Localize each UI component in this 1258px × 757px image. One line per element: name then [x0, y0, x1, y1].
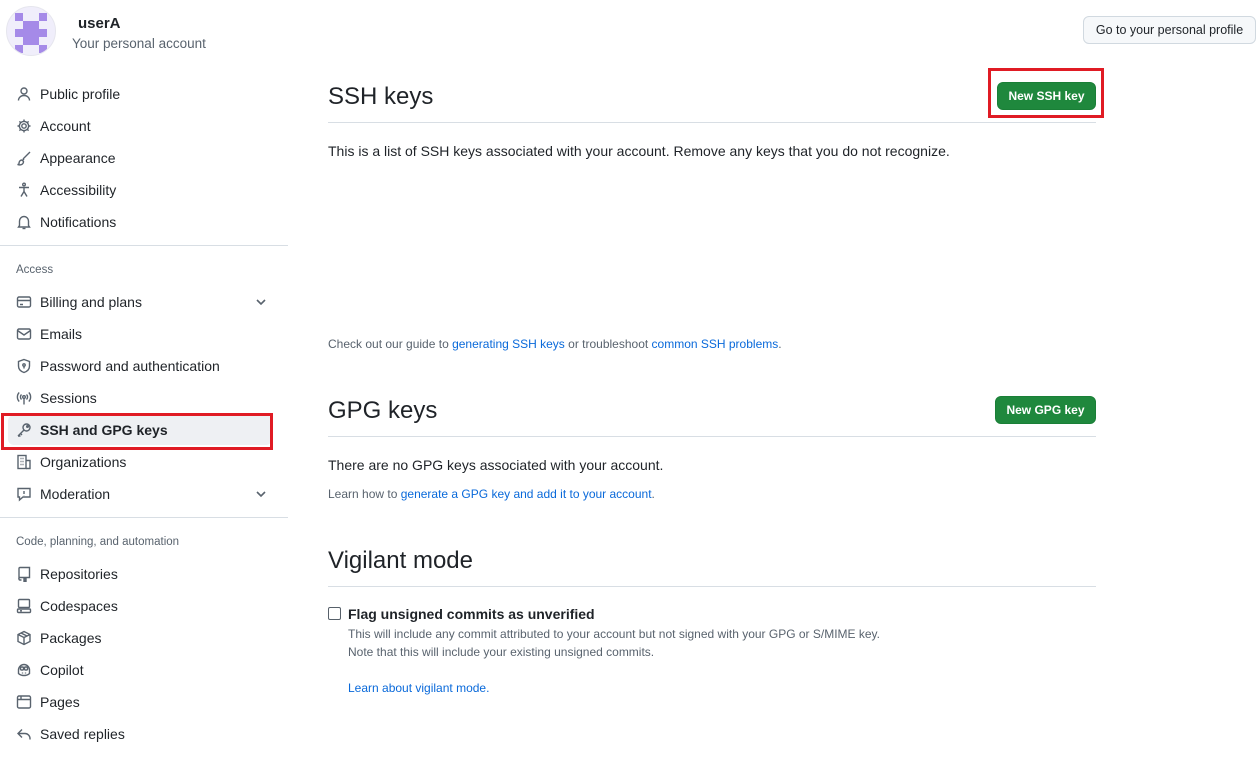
vigilant-note-line2: Note that this will include your existin…: [348, 645, 655, 659]
codespaces-icon: [16, 598, 32, 614]
sidebar-item-pages[interactable]: Pages: [8, 687, 272, 717]
mail-icon: [16, 326, 32, 342]
sidebar-item-label: Packages: [40, 630, 102, 646]
sidebar-item-label: Copilot: [40, 662, 84, 678]
ssh-description: This is a list of SSH keys associated wi…: [328, 143, 950, 159]
shield-icon: [16, 358, 32, 374]
section-divider: [328, 436, 1096, 437]
sidebar-item-moderation[interactable]: Moderation: [8, 479, 272, 509]
sidebar-item-label: Repositories: [40, 566, 118, 582]
sidebar-item-label: Billing and plans: [40, 294, 142, 310]
sidebar-heading-code: Code, planning, and automation: [16, 536, 180, 548]
sidebar-item-codespaces[interactable]: Codespaces: [8, 591, 272, 621]
learn-suffix: .: [651, 487, 655, 501]
sidebar-item-appearance[interactable]: Appearance: [8, 143, 272, 173]
gpg-keys-title: GPG keys: [328, 397, 438, 424]
vigilant-mode-checkbox[interactable]: [328, 607, 341, 620]
guide-suffix: .: [778, 337, 782, 351]
broadcast-icon: [16, 390, 32, 406]
sidebar-item-label: Moderation: [40, 486, 111, 502]
account-subtitle: Your personal account: [72, 36, 206, 51]
gpg-learn-text: Learn how to generate a GPG key and add …: [328, 487, 655, 501]
sidebar-item-public-profile[interactable]: Public profile: [8, 79, 272, 109]
accessibility-icon: [16, 182, 32, 198]
sidebar-item-label: Sessions: [40, 390, 97, 406]
learn-prefix: Learn how to: [328, 487, 401, 501]
sidebar-item-repositories[interactable]: Repositories: [8, 559, 272, 589]
sidebar-item-emails[interactable]: Emails: [8, 319, 272, 349]
new-gpg-key-button[interactable]: New GPG key: [995, 396, 1096, 424]
guide-middle: or troubleshoot: [564, 337, 652, 351]
highlight-box: [1, 413, 273, 450]
sidebar-item-label: Saved replies: [40, 726, 125, 742]
generating-ssh-keys-link[interactable]: generating SSH keys: [452, 337, 565, 351]
username[interactable]: userA: [78, 15, 121, 32]
chevron-down-icon[interactable]: [254, 295, 268, 309]
repo-icon: [16, 566, 32, 582]
credit-card-icon: [16, 294, 32, 310]
person-icon: [16, 86, 32, 102]
package-icon: [16, 630, 32, 646]
sidebar-item-label: Emails: [40, 326, 83, 342]
section-divider: [328, 122, 1096, 123]
sidebar-heading-access: Access: [16, 264, 54, 276]
sidebar-item-label: Codespaces: [40, 598, 118, 614]
guide-prefix: Check out our guide to: [328, 337, 453, 351]
sidebar-item-account[interactable]: Account: [8, 111, 272, 141]
sidebar-item-saved-replies[interactable]: Saved replies: [8, 719, 272, 749]
sidebar-item-label: Password and authentication: [40, 358, 220, 374]
reply-icon: [16, 726, 32, 742]
sidebar-item-label: Notifications: [40, 214, 117, 230]
browser-icon: [16, 694, 32, 710]
sidebar-item-sessions[interactable]: Sessions: [8, 383, 272, 413]
gear-icon: [16, 118, 32, 134]
sidebar-item-copilot[interactable]: Copilot: [8, 655, 272, 685]
chevron-down-icon[interactable]: [254, 487, 268, 501]
sidebar-item-label: Appearance: [40, 150, 116, 166]
sidebar-divider: [0, 245, 288, 246]
vigilant-mode-label[interactable]: Flag unsigned commits as unverified: [348, 606, 595, 622]
sidebar-item-packages[interactable]: Packages: [8, 623, 272, 653]
new-ssh-key-button[interactable]: New SSH key: [997, 82, 1096, 110]
sidebar-item-password[interactable]: Password and authentication: [8, 351, 272, 381]
sidebar-item-label: Organizations: [40, 454, 127, 470]
section-divider: [328, 586, 1096, 587]
common-ssh-problems-link[interactable]: common SSH problems: [652, 337, 779, 351]
sidebar-item-notifications[interactable]: Notifications: [8, 207, 272, 237]
bell-icon: [16, 214, 32, 230]
avatar[interactable]: [6, 6, 56, 56]
paintbrush-icon: [16, 150, 32, 166]
sidebar-item-label: Pages: [40, 694, 80, 710]
go-to-profile-button[interactable]: Go to your personal profile: [1083, 16, 1256, 44]
sidebar-item-label: Accessibility: [40, 182, 117, 198]
sidebar-divider: [0, 517, 288, 518]
vigilant-mode-title: Vigilant mode: [328, 547, 473, 574]
sidebar-item-billing[interactable]: Billing and plans: [8, 287, 272, 317]
gpg-description: There are no GPG keys associated with yo…: [328, 457, 664, 473]
vigilant-mode-learn-link[interactable]: Learn about vigilant mode.: [348, 681, 489, 695]
generate-gpg-key-link[interactable]: generate a GPG key and add it to your ac…: [401, 487, 652, 501]
vigilant-note-line1: This will include any commit attributed …: [348, 627, 881, 641]
ssh-guide-text: Check out our guide to generating SSH ke…: [328, 337, 782, 351]
ssh-keys-title: SSH keys: [328, 83, 434, 110]
organization-icon: [16, 454, 32, 470]
copilot-icon: [16, 662, 32, 678]
sidebar-item-accessibility[interactable]: Accessibility: [8, 175, 272, 205]
report-icon: [16, 486, 32, 502]
sidebar-item-organizations[interactable]: Organizations: [8, 447, 272, 477]
sidebar-item-label: Account: [40, 118, 91, 134]
sidebar-item-label: Public profile: [40, 86, 121, 102]
